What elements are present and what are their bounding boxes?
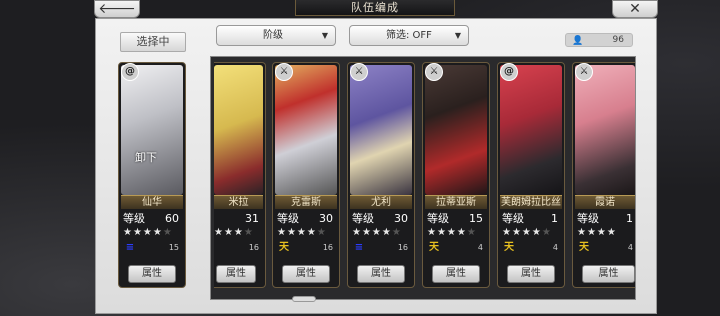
- close-x-icon: ✕: [629, 1, 641, 17]
- attribute-button[interactable]: 属性: [282, 265, 330, 283]
- swirl-emblem-icon: @: [500, 63, 518, 81]
- attribute-button[interactable]: 属性: [507, 265, 555, 283]
- character-name: 霞诺: [575, 195, 635, 209]
- page-title: 队伍编成: [295, 0, 455, 16]
- sub-row: 天 4: [577, 241, 635, 255]
- remove-label[interactable]: 卸下: [135, 149, 157, 165]
- level-row: 等级 60: [123, 212, 181, 226]
- sub-row: 16: [214, 241, 261, 255]
- level-label: 等级: [427, 212, 449, 225]
- character-name: 仙华: [121, 195, 183, 209]
- character-name: 克雷斯: [275, 195, 337, 209]
- character-name: 拉蒂亚斯: [425, 195, 487, 209]
- sub-value: 4: [552, 243, 558, 252]
- level-row: 等级 1: [577, 212, 635, 226]
- star-rating: ★★★★★: [352, 227, 402, 238]
- level-value: 30: [319, 212, 333, 225]
- level-value: 30: [394, 212, 408, 225]
- star-rating: ★★★★★: [502, 227, 552, 238]
- swirl-emblem-icon: @: [121, 63, 139, 81]
- sort-dropdown[interactable]: 阶级 ▼: [216, 25, 336, 46]
- level-value: 1: [551, 212, 558, 225]
- level-row: 等级 30: [352, 212, 410, 226]
- level-label: 等级: [577, 212, 599, 225]
- level-row: 等级 1: [502, 212, 560, 226]
- level-label: 等级: [277, 212, 299, 225]
- sword-emblem-icon: ⚔: [275, 63, 293, 81]
- unit-count-value: 96: [612, 35, 624, 45]
- character-name: 米拉: [214, 195, 263, 209]
- level-row: 等级 15: [427, 212, 485, 226]
- level-value: 60: [165, 212, 179, 225]
- attribute-button[interactable]: 属性: [432, 265, 480, 283]
- filter-label: 筛选: OFF: [386, 30, 432, 41]
- character-card[interactable]: @ 芙朗姆拉比丝 等级 1 ★★★★★ 天 4 属性: [497, 62, 565, 288]
- scroll-indicator[interactable]: [292, 296, 316, 302]
- star-rating: ★★★★: [214, 227, 254, 238]
- attribute-button[interactable]: 属性: [582, 265, 635, 283]
- level-label: 等级: [502, 212, 524, 225]
- sub-row: 天 16: [277, 241, 335, 255]
- gold-weapon-icon: 天: [504, 242, 514, 253]
- character-portrait: [575, 65, 635, 195]
- back-arrow-icon: 🡐: [98, 1, 136, 17]
- character-portrait: [350, 65, 412, 195]
- sub-value: 4: [477, 243, 483, 252]
- sub-row: ≡ 15: [123, 241, 181, 255]
- sub-row: ≡ 16: [352, 241, 410, 255]
- character-portrait: [214, 65, 263, 195]
- selected-character-card[interactable]: 卸下 @ 仙华 等级 60 ★★★★★ ≡ 15 属性: [118, 62, 186, 288]
- person-icon: 👤: [572, 36, 584, 46]
- sword-emblem-icon: ⚔: [350, 63, 368, 81]
- character-name: 芙朗姆拉比丝: [500, 195, 562, 209]
- sort-label: 阶级: [263, 30, 283, 41]
- character-portrait: [121, 65, 183, 195]
- character-portrait: [425, 65, 487, 195]
- sub-row: 天 4: [427, 241, 485, 255]
- sub-value: 4: [627, 243, 633, 252]
- attribute-button[interactable]: 属性: [128, 265, 176, 283]
- sub-value: 16: [322, 243, 333, 252]
- sub-value: 16: [248, 243, 259, 252]
- character-card[interactable]: ⚔ 霞诺 等级 1 ★★★★ 天 4 属性: [572, 62, 635, 288]
- character-card[interactable]: ⚔ 拉蒂亚斯 等级 15 ★★★★★ 天 4 属性: [422, 62, 490, 288]
- sword-emblem-icon: ⚔: [425, 63, 443, 81]
- character-name: 尤利: [350, 195, 412, 209]
- star-rating: ★★★★★: [277, 227, 327, 238]
- back-button[interactable]: 🡐: [94, 0, 140, 18]
- level-value: 31: [245, 212, 259, 225]
- gold-weapon-icon: 天: [279, 242, 289, 253]
- level-label: 等级: [123, 212, 145, 225]
- unit-count: 👤 96: [565, 33, 633, 47]
- level-row: 等级 30: [277, 212, 335, 226]
- sub-value: 16: [397, 243, 408, 252]
- chevron-down-icon: ▼: [321, 31, 328, 40]
- level-label: 等级: [352, 212, 374, 225]
- filter-dropdown[interactable]: 筛选: OFF ▼: [349, 25, 469, 46]
- blue-weapon-icon: ≡: [354, 242, 364, 253]
- gold-weapon-icon: 天: [579, 242, 589, 253]
- sword-emblem-icon: ⚔: [575, 63, 593, 81]
- character-card[interactable]: ⚔ 尤利 等级 30 ★★★★★ ≡ 16 属性: [347, 62, 415, 288]
- character-card[interactable]: 米拉 31 ★★★★ 16 属性: [214, 62, 266, 288]
- level-row: 31: [214, 212, 261, 226]
- close-button[interactable]: ✕: [612, 0, 658, 18]
- star-rating: ★★★★★: [427, 227, 477, 238]
- character-portrait: [500, 65, 562, 195]
- blue-weapon-icon: ≡: [125, 242, 135, 253]
- chevron-down-icon: ▼: [454, 31, 461, 40]
- selecting-tab[interactable]: 选择中: [120, 32, 186, 52]
- attribute-button[interactable]: 属性: [216, 265, 256, 283]
- gold-weapon-icon: 天: [429, 242, 439, 253]
- sub-row: 天 4: [502, 241, 560, 255]
- level-value: 15: [469, 212, 483, 225]
- level-value: 1: [626, 212, 633, 225]
- attribute-button[interactable]: 属性: [357, 265, 405, 283]
- star-rating: ★★★★★: [123, 227, 173, 238]
- star-rating: ★★★★: [577, 227, 617, 238]
- character-portrait: [275, 65, 337, 195]
- sub-value: 15: [168, 243, 179, 252]
- character-card[interactable]: ⚔ 克雷斯 等级 30 ★★★★★ 天 16 属性: [272, 62, 340, 288]
